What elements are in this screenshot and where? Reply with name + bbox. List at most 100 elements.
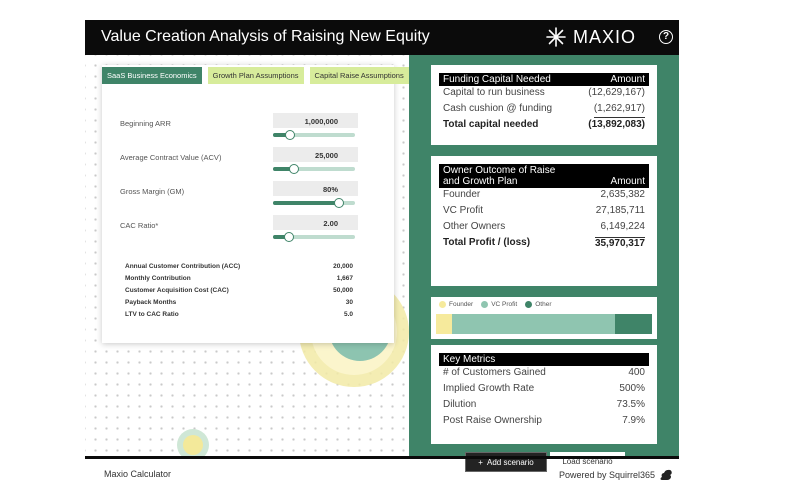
summary-label: Payback Months — [125, 299, 177, 306]
bar-segment-vc-profit — [451, 314, 616, 334]
summary-value: 50,000 — [333, 287, 353, 294]
squirrel-icon — [660, 469, 672, 480]
slider-thumb[interactable] — [333, 198, 344, 208]
legend-label: Other — [535, 301, 552, 308]
tab-capital-raise-assumptions[interactable]: Capital Raise Assumptions — [309, 67, 409, 84]
metrics-header-label: Key Metrics — [443, 354, 496, 365]
row-label: Implied Growth Rate — [443, 383, 535, 394]
row-value: 27,185,711 — [595, 205, 645, 216]
metrics-row: # of Customers Gained 400 — [439, 366, 649, 382]
bottom-bar — [85, 456, 679, 459]
row-label: VC Profit — [443, 205, 484, 216]
powered-by-text: Powered by Squirrel365 — [559, 470, 656, 480]
metrics-row: Implied Growth Rate 500% — [439, 382, 649, 398]
beginning-arr-label: Beginning ARR — [120, 119, 171, 128]
chart-legend: Founder VC Profit Other — [439, 301, 552, 308]
summary-value: 1,667 — [336, 275, 353, 282]
row-value: 7.9% — [622, 415, 645, 426]
row-value: 500% — [619, 383, 645, 394]
results-pane: Funding Capital Needed Amount Capital to… — [409, 55, 679, 472]
calculator-app: Value Creation Analysis of Raising New E… — [85, 20, 679, 472]
owner-header-line1: Owner Outcome of Raise — [443, 165, 556, 176]
funding-row: Capital to run business (12,629,167) — [439, 86, 649, 102]
tab-growth-plan-assumptions[interactable]: Growth Plan Assumptions — [207, 67, 304, 84]
beginning-arr-slider[interactable] — [273, 130, 355, 140]
slider-thumb[interactable] — [285, 130, 296, 140]
row-label: Capital to run business — [443, 87, 545, 98]
funding-panel-header: Funding Capital Needed Amount — [439, 73, 649, 86]
funding-total-row: Total capital needed (13,892,083) — [439, 118, 649, 134]
legend-item-vc-profit: VC Profit — [481, 301, 517, 308]
slider-thumb[interactable] — [284, 232, 295, 242]
total-label: Total Profit / (loss) — [443, 237, 531, 248]
footer-powered-by[interactable]: Powered by Squirrel365 — [559, 469, 673, 481]
row-label: Post Raise Ownership — [443, 415, 542, 426]
cac-ratio-slider[interactable] — [273, 232, 355, 242]
row-value: 400 — [628, 367, 645, 378]
bar-segment-founder — [436, 314, 452, 334]
metrics-row: Dilution 73.5% — [439, 398, 649, 414]
maxio-logo: MAXIO — [545, 26, 636, 48]
acv-slider[interactable] — [273, 164, 355, 174]
help-icon[interactable]: ? — [659, 30, 673, 44]
top-bar: Value Creation Analysis of Raising New E… — [85, 20, 679, 55]
owner-row: Founder 2,635,382 — [439, 188, 649, 204]
owner-panel-header: Owner Outcome of Raise and Growth Plan A… — [439, 164, 649, 188]
acv-label: Average Contract Value (ACV) — [120, 153, 222, 162]
row-value: (1,262,917) — [593, 103, 645, 118]
row-label: Founder — [443, 189, 481, 200]
tab-saas-business-economics[interactable]: SaaS Business Economics — [102, 67, 202, 84]
legend-dot — [525, 301, 533, 308]
row-label: Cash cushion @ funding — [443, 103, 553, 114]
slider-thumb[interactable] — [288, 164, 299, 174]
funding-capital-panel: Funding Capital Needed Amount Capital to… — [431, 65, 657, 145]
owner-amount-header: Amount — [610, 176, 645, 187]
owner-row: Other Owners 6,149,224 — [439, 220, 649, 236]
footer-app-name: Maxio Calculator — [104, 469, 172, 479]
page-title: Value Creation Analysis of Raising New E… — [101, 28, 430, 45]
row-value: (12,629,167) — [588, 87, 645, 98]
add-scenario-button[interactable]: + Add scenario — [465, 452, 547, 472]
total-label: Total capital needed — [443, 119, 539, 130]
maxio-logo-icon — [546, 27, 566, 47]
summary-value: 30 — [345, 299, 353, 306]
row-value: 2,635,382 — [600, 189, 646, 200]
tab-bar: SaaS Business Economics Growth Plan Assu… — [102, 67, 409, 84]
legend-item-founder: Founder — [439, 301, 473, 308]
row-label: # of Customers Gained — [443, 367, 546, 378]
plus-icon: + — [478, 458, 483, 467]
acv-field[interactable]: 25,000 — [273, 147, 358, 162]
cac-ratio-label: CAC Ratio* — [120, 221, 159, 230]
owner-outcome-panel: Owner Outcome of Raise and Growth Plan A… — [431, 156, 657, 286]
legend-label: Founder — [449, 301, 474, 308]
row-value: 6,149,224 — [600, 221, 646, 232]
metrics-panel-header: Key Metrics — [439, 353, 649, 366]
decorative-circle — [183, 435, 203, 455]
gross-margin-field[interactable]: 80% — [273, 181, 358, 196]
funding-row: Cash cushion @ funding (1,262,917) — [439, 102, 649, 118]
summary-row-monthly-contribution: Monthly Contribution 1,667 — [125, 275, 353, 282]
beginning-arr-field[interactable]: 1,000,000 — [273, 113, 358, 128]
maxio-logo-text: MAXIO — [573, 26, 637, 47]
slider-fill — [273, 201, 339, 205]
profit-split-chart: Founder VC Profit Other — [431, 297, 657, 339]
summary-row-acc: Annual Customer Contribution (ACC) 20,00… — [125, 263, 353, 270]
summary-label: Annual Customer Contribution (ACC) — [125, 263, 241, 270]
stacked-bar — [436, 314, 652, 334]
funding-header-label: Funding Capital Needed — [443, 74, 551, 85]
summary-row-cac: Customer Acquisition Cost (CAC) 50,000 — [125, 287, 353, 294]
row-value: 73.5% — [616, 399, 645, 410]
gross-margin-slider[interactable] — [273, 198, 355, 208]
owner-total-row: Total Profit / (loss) 35,970,317 — [439, 236, 649, 252]
bar-segment-other — [615, 314, 652, 334]
owner-header-line2: and Growth Plan — [443, 176, 518, 187]
metrics-row: Post Raise Ownership 7.9% — [439, 414, 649, 430]
funding-amount-header: Amount — [610, 74, 645, 85]
cac-ratio-field[interactable]: 2.00 — [273, 215, 358, 230]
legend-item-other: Other — [525, 301, 552, 308]
legend-label: VC Profit — [491, 301, 518, 308]
summary-row-ltv-to-cac: LTV to CAC Ratio 5.0 — [125, 311, 353, 318]
summary-label: Monthly Contribution — [125, 275, 191, 282]
row-label: Dilution — [443, 399, 477, 410]
summary-label: Customer Acquisition Cost (CAC) — [125, 287, 229, 294]
